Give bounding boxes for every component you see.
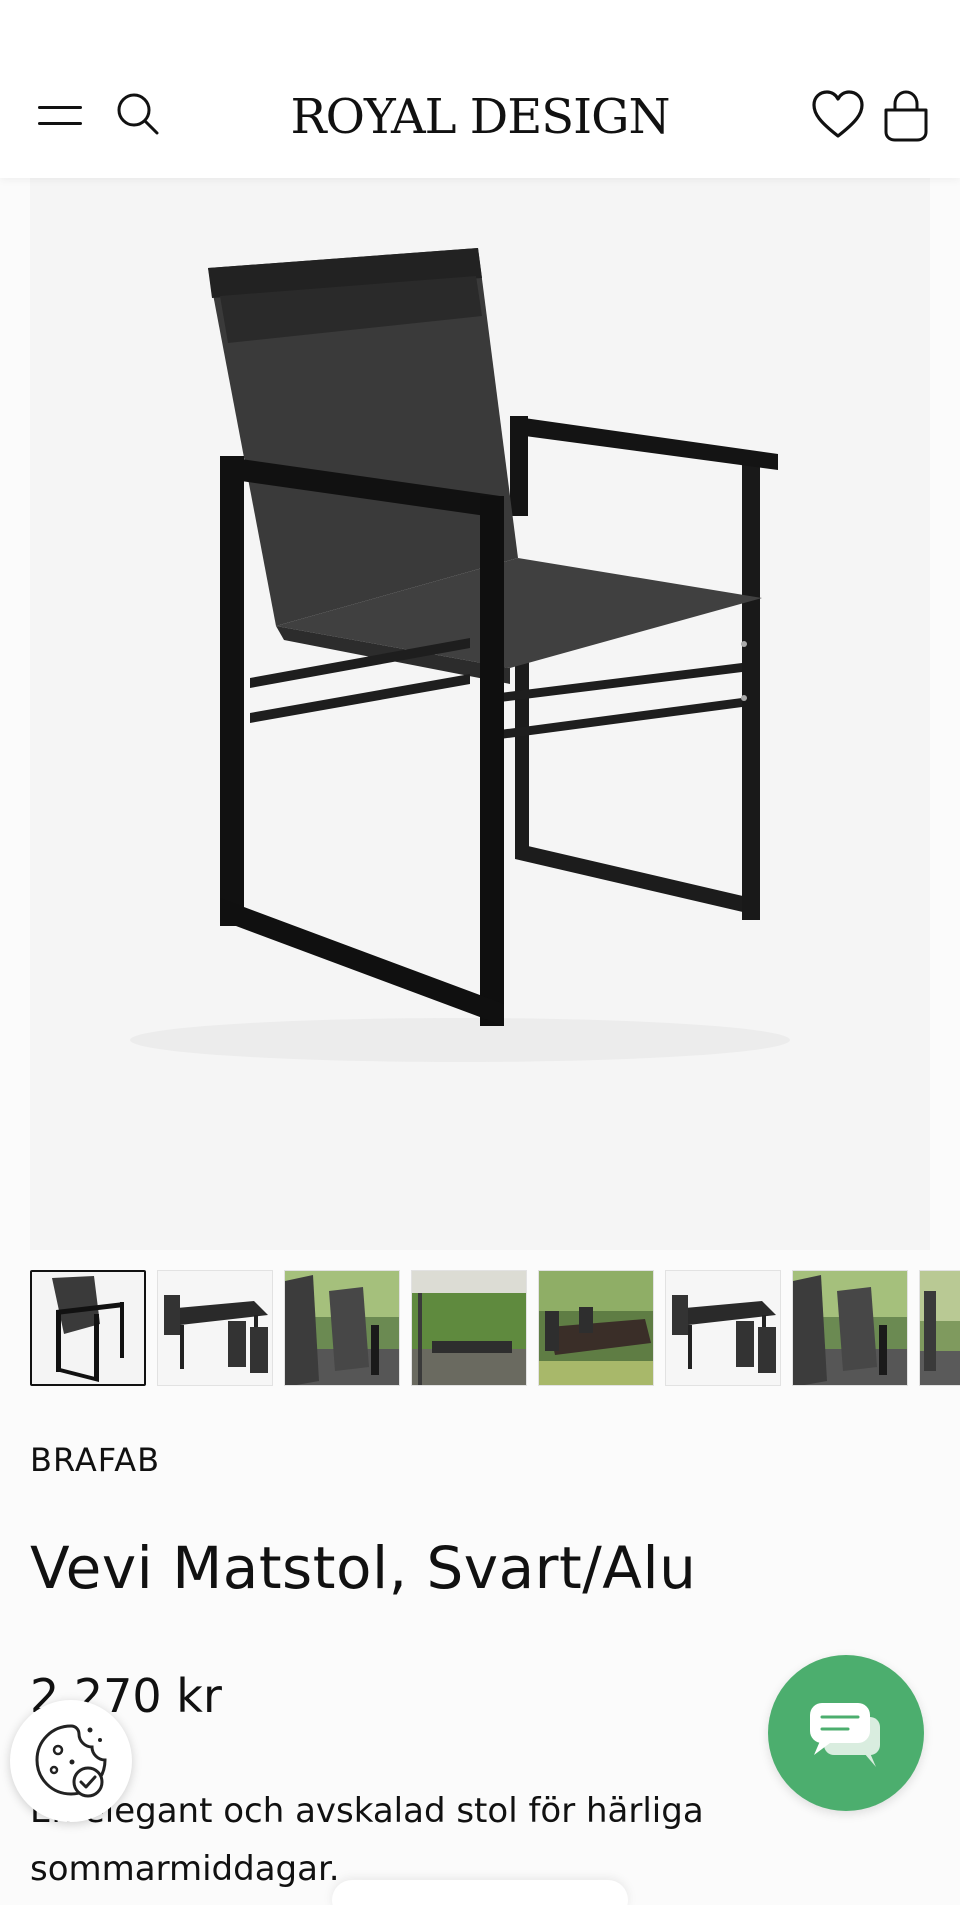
thumbnail-garden-image (920, 1271, 960, 1385)
product-brand[interactable]: BRAFAB (30, 1440, 160, 1480)
wishlist-button[interactable] (810, 88, 866, 142)
thumbnail-dining-set-image (666, 1271, 780, 1385)
heart-icon (812, 90, 864, 138)
thumbnail-3[interactable] (284, 1270, 400, 1386)
site-header: ROYAL DESIGN (0, 0, 960, 178)
cart-button[interactable] (880, 88, 932, 144)
bottom-action-bar[interactable] (332, 1880, 628, 1905)
thumbnail-2[interactable] (157, 1270, 273, 1386)
thumbnail-table-image (539, 1271, 653, 1385)
thumbnail-dining-set-image (158, 1271, 272, 1385)
thumbnail-strip (30, 1270, 960, 1388)
thumbnail-garden-image (793, 1271, 907, 1385)
thumbnail-5[interactable] (538, 1270, 654, 1386)
product-title: Vevi Matstol, Svart/Alu (30, 1534, 697, 1602)
chair-photo (130, 248, 790, 1062)
menu-icon-line (38, 106, 82, 109)
thumbnail-1[interactable] (30, 1270, 146, 1386)
thumbnail-8[interactable] (919, 1270, 960, 1386)
menu-icon-line (38, 122, 82, 125)
product-main-image[interactable] (30, 178, 930, 1250)
thumbnail-6[interactable] (665, 1270, 781, 1386)
thumbnail-chair-image (32, 1272, 144, 1384)
chat-button[interactable] (768, 1655, 924, 1811)
cookie-settings-icon (35, 1724, 107, 1798)
menu-button[interactable] (38, 96, 86, 136)
cookie-settings-button[interactable] (10, 1700, 132, 1822)
thumbnail-4[interactable] (411, 1270, 527, 1386)
chat-bubbles-icon (810, 1703, 880, 1767)
site-logo[interactable]: ROYAL DESIGN (230, 82, 730, 152)
search-icon (117, 93, 159, 135)
search-button[interactable] (114, 90, 164, 140)
thumbnail-garden-image (285, 1271, 399, 1385)
thumbnail-pergola-image (412, 1271, 526, 1385)
thumbnail-7[interactable] (792, 1270, 908, 1386)
shopping-bag-icon (884, 90, 928, 142)
